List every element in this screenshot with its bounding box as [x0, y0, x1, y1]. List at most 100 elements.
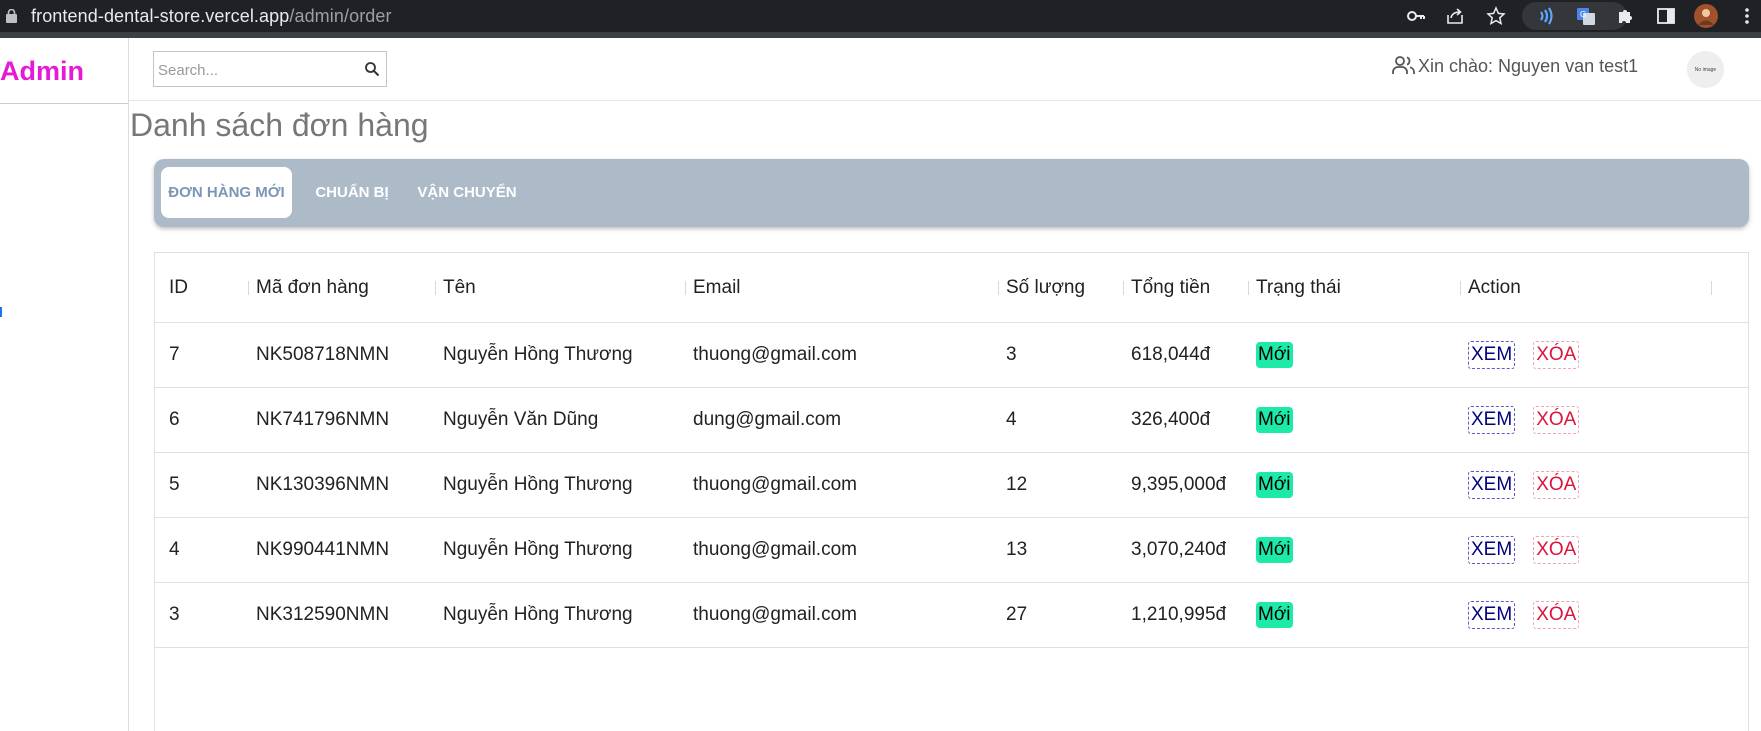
cell-total: 3,070,240đ	[1131, 539, 1227, 560]
cell-quantity: 3	[1006, 344, 1017, 365]
delete-button[interactable]: XÓA	[1533, 341, 1580, 369]
view-button[interactable]: XEM	[1468, 536, 1516, 564]
table-row: 7 NK508718NMN Nguyễn Hồng Thương thuong@…	[155, 323, 1748, 388]
cell-status: Mới	[1256, 388, 1293, 452]
sidebar: Admin	[0, 38, 129, 731]
url-path: /admin/order	[289, 6, 392, 26]
search-input[interactable]	[158, 60, 354, 80]
cell-total: 618,044đ	[1131, 344, 1211, 365]
sidebar-divider	[0, 103, 128, 104]
column-separator[interactable]	[1460, 281, 1461, 295]
cell-status: Mới	[1256, 453, 1293, 517]
column-header-quantity[interactable]: Số lượng	[1006, 253, 1085, 323]
tab-new-orders[interactable]: ĐƠN HÀNG MỚI	[161, 167, 292, 218]
cell-customer-name: Nguyễn Hồng Thương	[443, 539, 633, 560]
avatar[interactable]: No image	[1687, 51, 1724, 88]
search-icon[interactable]	[364, 61, 380, 77]
column-header-name[interactable]: Tên	[443, 253, 476, 323]
address-bar[interactable]: frontend-dental-store.vercel.app/admin/o…	[31, 6, 392, 27]
tab-preparing[interactable]: CHUẨN BỊ	[302, 167, 402, 218]
view-button[interactable]: XEM	[1468, 341, 1516, 369]
delete-button[interactable]: XÓA	[1533, 601, 1580, 629]
cell-actions: XEM XÓA	[1468, 453, 1580, 517]
status-badge: Mới	[1256, 602, 1293, 628]
cell-actions: XEM XÓA	[1468, 583, 1580, 647]
column-header-code[interactable]: Mã đơn hàng	[256, 253, 369, 323]
page-title: Danh sách đơn hàng	[130, 107, 429, 143]
cell-total: 326,400đ	[1131, 409, 1211, 430]
cell-customer-name: Nguyễn Hồng Thương	[443, 344, 633, 365]
view-button[interactable]: XEM	[1468, 406, 1516, 434]
tab-shipping[interactable]: VẬN CHUYỂN	[409, 167, 525, 218]
column-header-email[interactable]: Email	[693, 253, 741, 323]
column-separator[interactable]	[685, 281, 686, 295]
column-separator[interactable]	[1711, 281, 1712, 295]
header: Xin chào: Nguyen van test1 No image	[129, 38, 1761, 101]
user-greeting[interactable]: Xin chào: Nguyen van test1	[1391, 53, 1638, 79]
table-row: 5 NK130396NMN Nguyễn Hồng Thương thuong@…	[155, 453, 1748, 518]
status-badge: Mới	[1256, 537, 1293, 563]
cell-actions: XEM XÓA	[1468, 323, 1580, 387]
profile-avatar-icon[interactable]	[1694, 4, 1718, 28]
order-status-tabs: ĐƠN HÀNG MỚI CHUẨN BỊ VẬN CHUYỂN	[154, 159, 1749, 227]
cell-id: 7	[169, 344, 180, 365]
svg-text:G: G	[1580, 10, 1586, 19]
cell-total: 1,210,995đ	[1131, 604, 1227, 625]
cell-order-code: NK508718NMN	[256, 344, 390, 365]
column-separator[interactable]	[248, 281, 249, 295]
delete-button[interactable]: XÓA	[1533, 406, 1580, 434]
sidepanel-icon[interactable]	[1656, 6, 1676, 26]
cell-customer-name: Nguyễn Văn Dũng	[443, 409, 599, 430]
cell-id: 4	[169, 539, 180, 560]
column-header-action[interactable]: Action	[1468, 253, 1521, 323]
cell-actions: XEM XÓA	[1468, 388, 1580, 452]
delete-button[interactable]: XÓA	[1533, 536, 1580, 564]
cell-quantity: 13	[1006, 539, 1028, 560]
more-vert-icon[interactable]	[1737, 6, 1757, 26]
cell-actions: XEM XÓA	[1468, 518, 1580, 582]
cell-quantity: 12	[1006, 474, 1028, 495]
cell-order-code: NK990441NMN	[256, 539, 390, 560]
status-badge: Mới	[1256, 407, 1293, 433]
view-button[interactable]: XEM	[1468, 471, 1516, 499]
url-host: frontend-dental-store.vercel.app	[31, 6, 290, 26]
column-separator[interactable]	[435, 281, 436, 295]
column-separator[interactable]	[998, 281, 999, 295]
cell-status: Mới	[1256, 583, 1293, 647]
orders-table: ID Mã đơn hàng Tên Email Số lượng Tổng t…	[154, 252, 1749, 731]
browser-toolbar: frontend-dental-store.vercel.app/admin/o…	[0, 0, 1761, 32]
sidebar-indicator	[0, 307, 2, 317]
table-row: 3 NK312590NMN Nguyễn Hồng Thương thuong@…	[155, 583, 1748, 648]
brand-logo[interactable]: Admin	[0, 56, 84, 87]
share-icon[interactable]	[1445, 6, 1465, 26]
column-header-total[interactable]: Tổng tiền	[1131, 253, 1210, 323]
cell-order-code: NK741796NMN	[256, 409, 390, 430]
table-header: ID Mã đơn hàng Tên Email Số lượng Tổng t…	[155, 253, 1748, 323]
status-badge: Mới	[1256, 342, 1293, 368]
column-separator[interactable]	[1123, 281, 1124, 295]
cell-id: 3	[169, 604, 180, 625]
translate-icon[interactable]: G	[1576, 6, 1596, 26]
star-icon[interactable]	[1486, 6, 1506, 26]
wifi-extension-icon[interactable]	[1536, 6, 1556, 26]
table-row: 4 NK990441NMN Nguyễn Hồng Thương thuong@…	[155, 518, 1748, 583]
avatar-placeholder-text: No image	[1694, 66, 1717, 73]
puzzle-icon[interactable]	[1615, 6, 1635, 26]
cell-id: 5	[169, 474, 180, 495]
cell-customer-name: Nguyễn Hồng Thương	[443, 604, 633, 625]
cell-customer-name: Nguyễn Hồng Thương	[443, 474, 633, 495]
column-separator[interactable]	[1248, 281, 1249, 295]
cell-email: thuong@gmail.com	[693, 604, 857, 625]
greeting-text: Xin chào: Nguyen van test1	[1418, 55, 1639, 76]
cell-quantity: 27	[1006, 604, 1028, 625]
cell-email: thuong@gmail.com	[693, 344, 857, 365]
key-icon[interactable]	[1406, 6, 1426, 26]
lock-icon	[6, 9, 17, 23]
table-row: 6 NK741796NMN Nguyễn Văn Dũng dung@gmail…	[155, 388, 1748, 453]
cell-status: Mới	[1256, 518, 1293, 582]
view-button[interactable]: XEM	[1468, 601, 1516, 629]
cell-status: Mới	[1256, 323, 1293, 387]
column-header-id[interactable]: ID	[169, 253, 188, 323]
column-header-status[interactable]: Trạng thái	[1256, 253, 1341, 323]
delete-button[interactable]: XÓA	[1533, 471, 1580, 499]
